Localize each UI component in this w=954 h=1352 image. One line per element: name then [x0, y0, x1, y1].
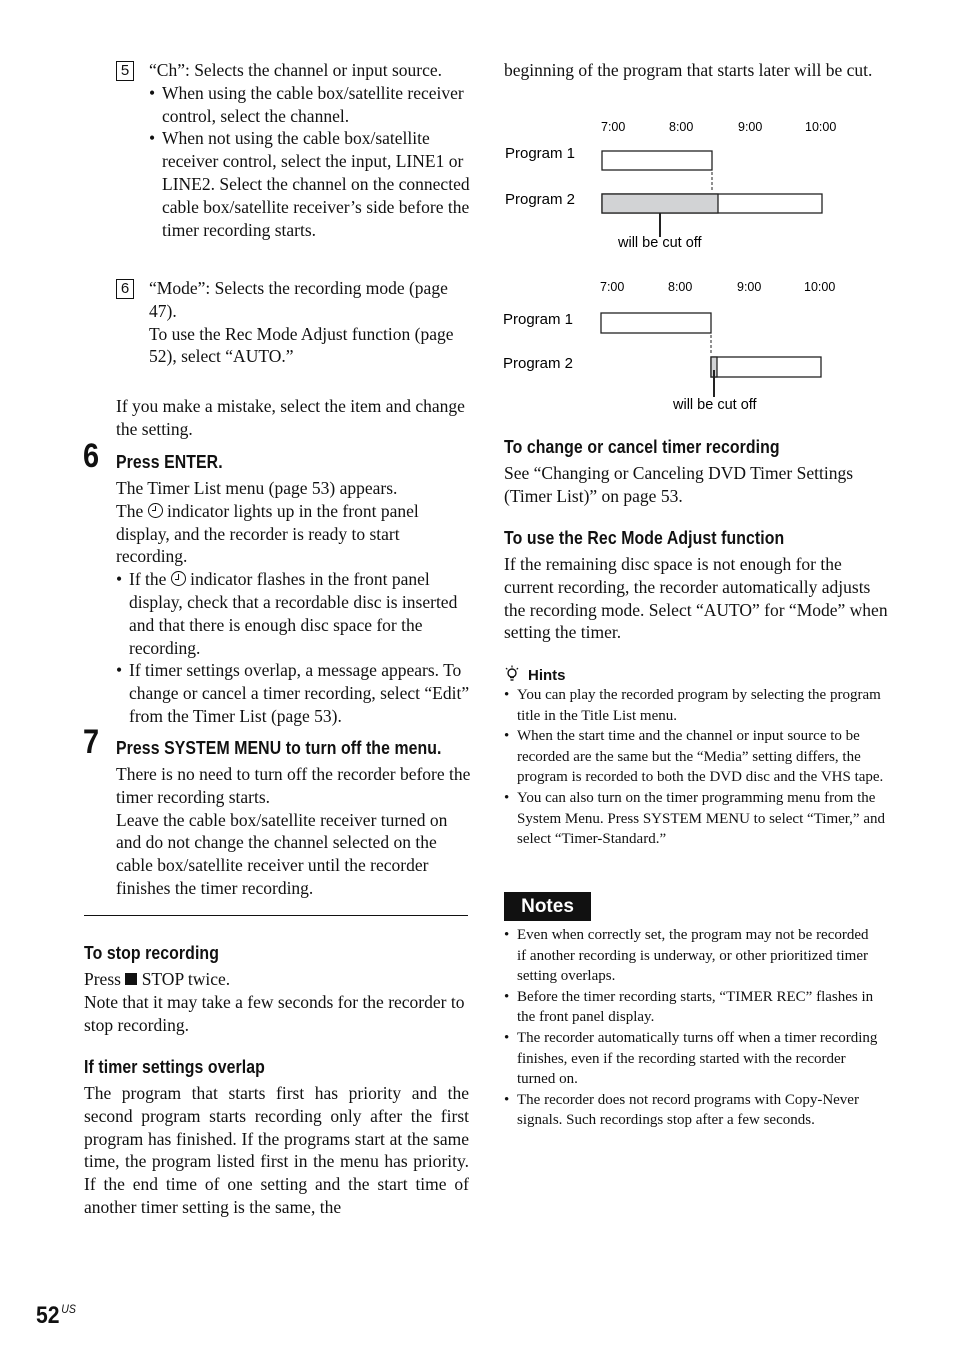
section-heading: If timer settings overlap [84, 1057, 265, 1077]
item-5: 5 “Ch”: Selects the channel or input sou… [116, 59, 471, 241]
program-1-label: Program 1 [503, 311, 573, 328]
list-item: When using the cable box/satellite recei… [149, 82, 471, 128]
list-item: You can also turn on the timer programmi… [504, 788, 889, 850]
stop-recording-body: Press STOP twice. Note that it may take … [84, 968, 469, 1036]
time-label: 9:00 [738, 120, 762, 134]
overlap-diagram-1: 7:00 8:00 9:00 10:00 Program 1 Program 2… [505, 120, 836, 251]
mistake-note: If you make a mistake, select the item a… [116, 396, 465, 439]
page-number: 52 US [36, 1302, 76, 1330]
stop-icon [125, 973, 138, 985]
step-number: 6 [83, 437, 100, 475]
time-label: 10:00 [804, 280, 835, 294]
time-label: 10:00 [805, 120, 836, 134]
program-2-label: Program 2 [505, 191, 575, 208]
item-number-box: 5 [116, 61, 134, 81]
section-heading: To use the Rec Mode Adjust function [504, 528, 785, 548]
time-label: 7:00 [601, 120, 625, 134]
notes-badge: Notes [504, 892, 591, 921]
step-number: 7 [83, 723, 100, 761]
step-6-body: The Timer List menu (page 53) appears. T… [116, 477, 471, 728]
overlap-diagram-2: 7:00 8:00 9:00 10:00 Program 1 Program 2… [503, 280, 835, 413]
cutoff-label: will be cut off [672, 397, 758, 413]
bullet-text: If the [129, 569, 167, 590]
hints-list: You can play the recorded program by sel… [504, 685, 889, 850]
item-6-subtext: To use the Rec Mode Adjust function (pag… [149, 323, 454, 367]
program-1-bar [600, 312, 712, 334]
item-number-box: 6 [116, 279, 134, 299]
step-6-text: The [116, 500, 144, 521]
list-item: Even when correctly set, the program may… [504, 925, 879, 987]
step-6-bullets: If the indicator flashes in the front pa… [116, 568, 471, 728]
section-heading: To stop recording [84, 943, 219, 963]
program-2-bar [710, 356, 822, 378]
step-7-para: Leave the cable box/satellite receiver t… [116, 809, 448, 898]
step-7-body: There is no need to turn off the recorde… [116, 763, 471, 900]
list-item: If the indicator flashes in the front pa… [116, 568, 471, 659]
step-title: Press SYSTEM MENU to turn off the menu. [116, 738, 442, 758]
cut-off-segment [601, 193, 719, 214]
hints-header: Hints [504, 665, 566, 685]
notes-list: Even when correctly set, the program may… [504, 925, 879, 1131]
list-item: Before the timer recording starts, “TIME… [504, 987, 879, 1028]
section-divider [84, 915, 468, 916]
program-2-label: Program 2 [503, 355, 573, 372]
lightbulb-hint-icon [505, 665, 519, 681]
item-5-bullets: When using the cable box/satellite recei… [149, 82, 471, 242]
list-item: If timer settings overlap, a message app… [116, 659, 471, 727]
list-item: You can play the recorded program by sel… [504, 685, 889, 726]
program-1-bar [601, 150, 713, 171]
overlap-body: The program that starts first has priori… [84, 1083, 469, 1217]
continued-text: beginning of the program that starts lat… [504, 60, 873, 80]
item-5-text: “Ch”: Selects the channel or input sourc… [149, 60, 443, 80]
time-label: 9:00 [737, 280, 761, 294]
rec-mode-body: If the remaining disc space is not enoug… [504, 554, 888, 643]
timer-clock-icon [147, 502, 163, 518]
item-6-text: “Mode”: Selects the recording mode (page… [149, 278, 448, 321]
timer-clock-icon [170, 571, 186, 587]
step-title: Press ENTER. [116, 452, 223, 472]
step-7-para: There is no need to turn off the recorde… [116, 764, 471, 807]
step-6-line: The Timer List menu (page 53) appears. [116, 478, 398, 498]
time-label: 8:00 [668, 280, 692, 294]
list-item: The recorder automatically turns off whe… [504, 1028, 879, 1090]
page-number-value: 52 [36, 1302, 60, 1329]
region-code: US [61, 1302, 76, 1316]
time-label: 7:00 [600, 280, 624, 294]
time-label: 8:00 [669, 120, 693, 134]
stop-text: Press [84, 969, 121, 989]
change-cancel-body: See “Changing or Canceling DVD Timer Set… [504, 463, 854, 506]
section-heading: To change or cancel timer recording [504, 437, 780, 457]
list-item: When the start time and the channel or i… [504, 726, 889, 788]
list-item: The recorder does not record programs wi… [504, 1090, 879, 1131]
item-6: 6 “Mode”: Selects the recording mode (pa… [116, 277, 471, 368]
list-item: When not using the cable box/satellite r… [149, 127, 471, 241]
cutoff-label: will be cut off [617, 235, 703, 251]
hints-title: Hints [528, 667, 566, 684]
stop-text: STOP twice. [141, 969, 231, 989]
program-1-label: Program 1 [505, 145, 575, 162]
stop-note: Note that it may take a few seconds for … [84, 991, 465, 1035]
